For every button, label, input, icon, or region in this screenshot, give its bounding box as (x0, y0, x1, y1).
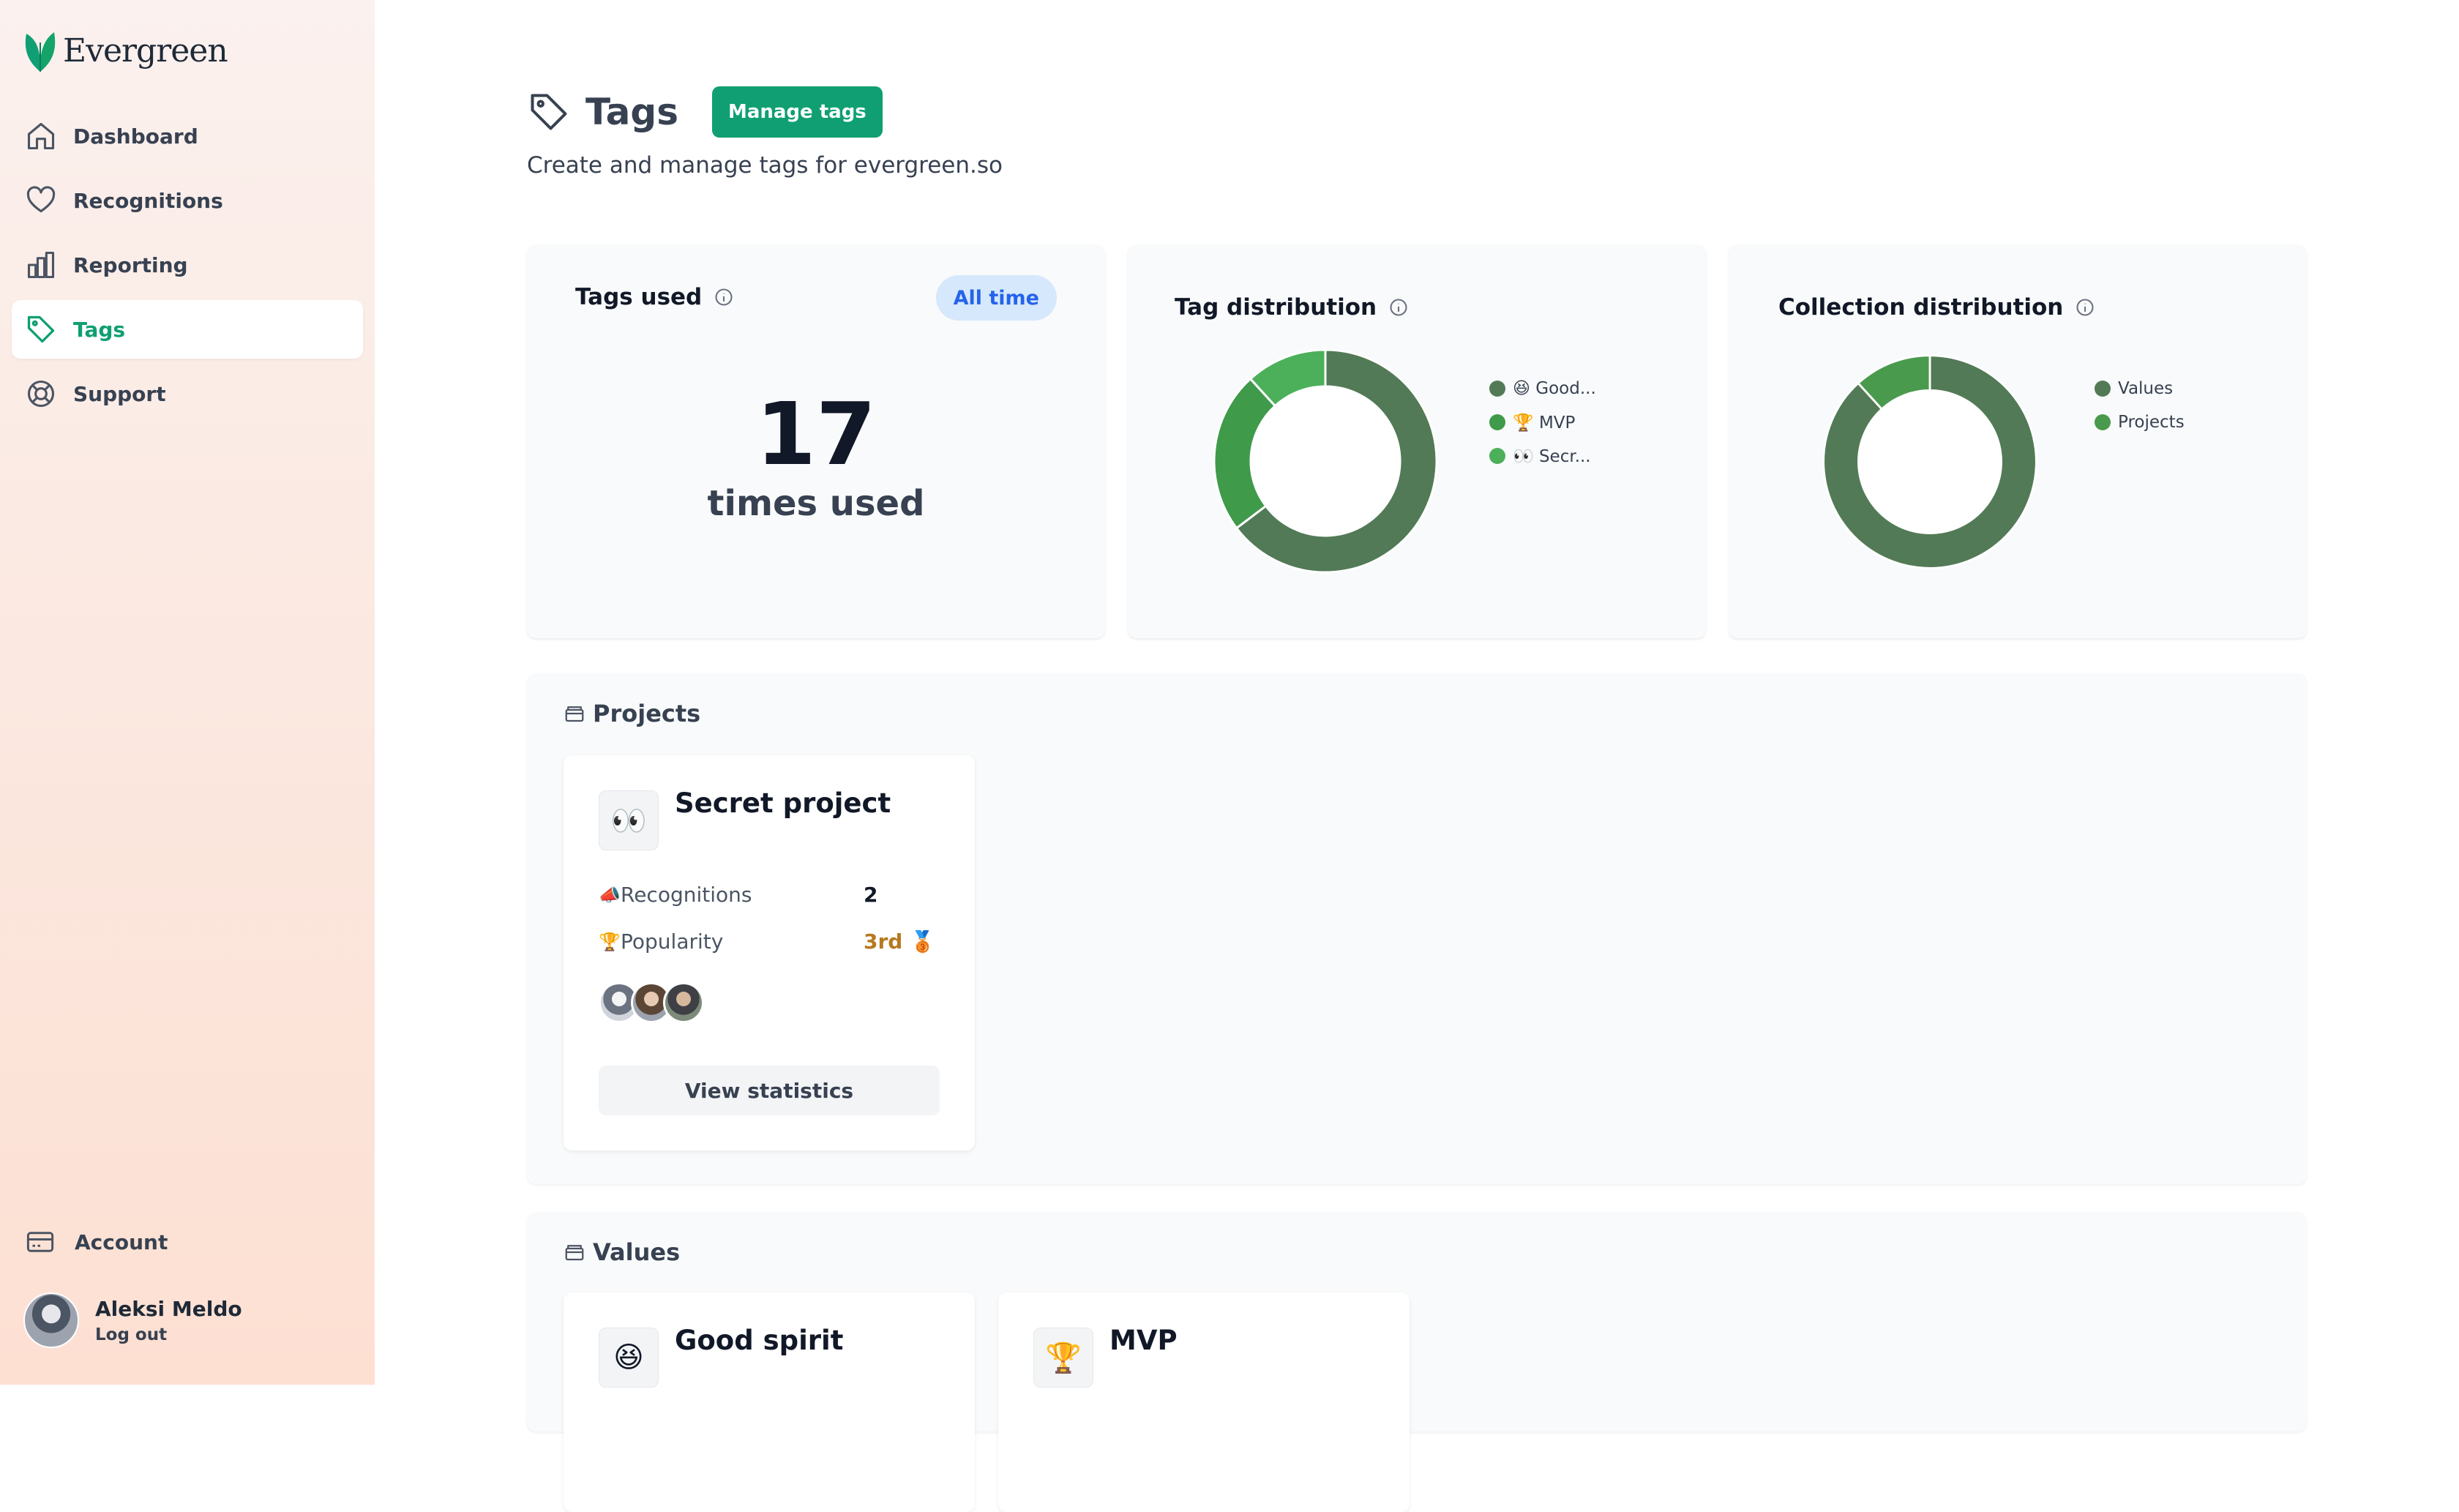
user-profile: Aleksi Meldo Log out (23, 1292, 242, 1348)
legend-item[interactable]: 👀 Secr... (1489, 439, 1596, 473)
stat-label: Recognitions (621, 883, 752, 907)
avatar[interactable] (23, 1292, 79, 1348)
card-title-text: Tags used (575, 284, 703, 310)
card-title-text: Collection distribution (1778, 294, 2064, 321)
sidebar-item-label: Recognitions (73, 188, 223, 213)
logout-link[interactable]: Log out (95, 1325, 242, 1344)
legend-item[interactable]: Values (2095, 372, 2185, 405)
panel-title: Projects (564, 700, 700, 727)
home-icon (27, 122, 55, 150)
tag-emoji: 👀 (599, 790, 659, 850)
donut-hole (1858, 390, 2002, 534)
legend-item[interactable]: 😆 Good... (1489, 372, 1596, 405)
sidebar-item-reporting[interactable]: Reporting (12, 236, 363, 294)
card-title: Tag distribution (1175, 294, 1409, 321)
stat-value-recognitions: 2 (864, 883, 878, 907)
lifebuoy-icon (27, 380, 55, 408)
leaf-logo-icon (25, 32, 56, 72)
sidebar-nav: Dashboard Recognitions Reporting Tags Su… (12, 107, 363, 429)
sidebar-item-support[interactable]: Support (12, 364, 363, 423)
sidebar-item-label: Reporting (73, 252, 188, 277)
time-filter-pill[interactable]: All time (935, 275, 1057, 321)
legend-label: 👀 Secr... (1513, 446, 1591, 466)
trophy-icon: 🏆 (599, 931, 621, 952)
card-title-text: Tag distribution (1175, 294, 1377, 321)
panel-title-text: Projects (593, 700, 701, 727)
projects-panel: Projects 👀 Secret project 📣 Recognitions… (527, 673, 2307, 1184)
heart-icon (26, 186, 56, 213)
sidebar-item-account[interactable]: Account (25, 1227, 168, 1257)
avatar[interactable] (663, 982, 704, 1023)
tag-card-mvp: 🏆 MVP (998, 1292, 1410, 1512)
page-subtitle: Create and manage tags for evergreen.so (527, 152, 1003, 179)
tag-name: MVP (1109, 1325, 1178, 1356)
tags-used-label: times used (707, 483, 925, 524)
user-info: Aleksi Meldo Log out (95, 1297, 242, 1344)
values-panel: Values 😆 Good spirit 🏆 MVP (527, 1212, 2307, 1512)
stat-value-popularity: 3rd 🥉 (864, 929, 935, 954)
legend-label: 😆 Good... (1513, 379, 1596, 398)
stat-label: Popularity (621, 929, 724, 954)
brand-logo[interactable]: Evergreen (22, 28, 228, 73)
collection-distribution-legend: Values Projects (2095, 372, 2185, 439)
folder-icon (565, 706, 584, 722)
page-header: Tags Manage tags (527, 86, 883, 138)
tag-distribution-legend: 😆 Good... 🏆 MVP 👀 Secr... (1489, 372, 1596, 473)
info-icon[interactable] (1388, 297, 1409, 318)
legend-label: Values (2118, 379, 2174, 398)
collection-distribution-donut (1822, 354, 2037, 569)
tag-name: Secret project (675, 787, 891, 819)
avatar-group (599, 982, 704, 1023)
brand-name: Evergreen (63, 31, 228, 70)
panel-title-text: Values (593, 1238, 681, 1266)
tag-distribution-donut (1213, 348, 1438, 574)
sidebar-item-recognitions[interactable]: Recognitions (12, 171, 363, 230)
card-title: Tags used (575, 284, 734, 310)
sidebar-item-label: Support (73, 381, 166, 406)
credit-card-icon (26, 1232, 54, 1252)
sidebar-item-dashboard[interactable]: Dashboard (12, 107, 363, 165)
card-title: Collection distribution (1778, 294, 2095, 321)
user-name: Aleksi Meldo (95, 1296, 242, 1321)
stat-row-popularity: 🏆 Popularity (599, 929, 723, 954)
page-title: Tags (585, 91, 678, 133)
manage-tags-button[interactable]: Manage tags (711, 86, 883, 138)
tag-name: Good spirit (675, 1325, 844, 1356)
legend-item[interactable]: 🏆 MVP (1489, 405, 1596, 439)
tags-used-count: 17 (755, 383, 877, 484)
legend-swatch (2095, 414, 2111, 430)
info-icon[interactable] (2075, 297, 2095, 318)
tag-icon (531, 94, 567, 130)
sidebar-item-label: Tags (73, 317, 126, 342)
legend-swatch (1489, 448, 1505, 464)
view-statistics-button[interactable]: View statistics (599, 1066, 940, 1115)
legend-label: 🏆 MVP (1513, 413, 1576, 433)
panel-title: Values (564, 1238, 680, 1266)
legend-swatch (1489, 381, 1505, 397)
bar-chart-icon (27, 251, 55, 279)
info-icon[interactable] (714, 287, 734, 307)
sidebar-item-label: Account (75, 1230, 168, 1254)
stat-row-recognitions: 📣 Recognitions (599, 883, 752, 907)
legend-swatch (1489, 414, 1505, 430)
tag-card-secret-project: 👀 Secret project 📣 Recognitions 2 🏆 Popu… (564, 755, 975, 1150)
tag-distribution-card: Tag distribution 😆 Good... 🏆 MVP 👀 Secr... (1128, 244, 1706, 638)
legend-item[interactable]: Projects (2095, 405, 2185, 439)
donut-hole (1251, 386, 1400, 536)
megaphone-icon: 📣 (599, 884, 621, 905)
sidebar-item-label: Dashboard (73, 124, 198, 149)
tag-icon (27, 315, 55, 343)
legend-label: Projects (2118, 413, 2185, 432)
tags-used-card: Tags used All time 17 times used (527, 244, 1105, 638)
tag-emoji: 😆 (599, 1328, 659, 1388)
collection-distribution-card: Collection distribution Values Projects (1729, 244, 2307, 638)
folder-icon (565, 1245, 584, 1261)
legend-swatch (2095, 381, 2111, 397)
sidebar: Evergreen Dashboard Recognitions Reporti… (0, 0, 375, 1385)
tag-card-good-spirit: 😆 Good spirit (564, 1292, 975, 1512)
sidebar-item-tags[interactable]: Tags (12, 300, 363, 359)
tag-emoji: 🏆 (1033, 1328, 1093, 1388)
